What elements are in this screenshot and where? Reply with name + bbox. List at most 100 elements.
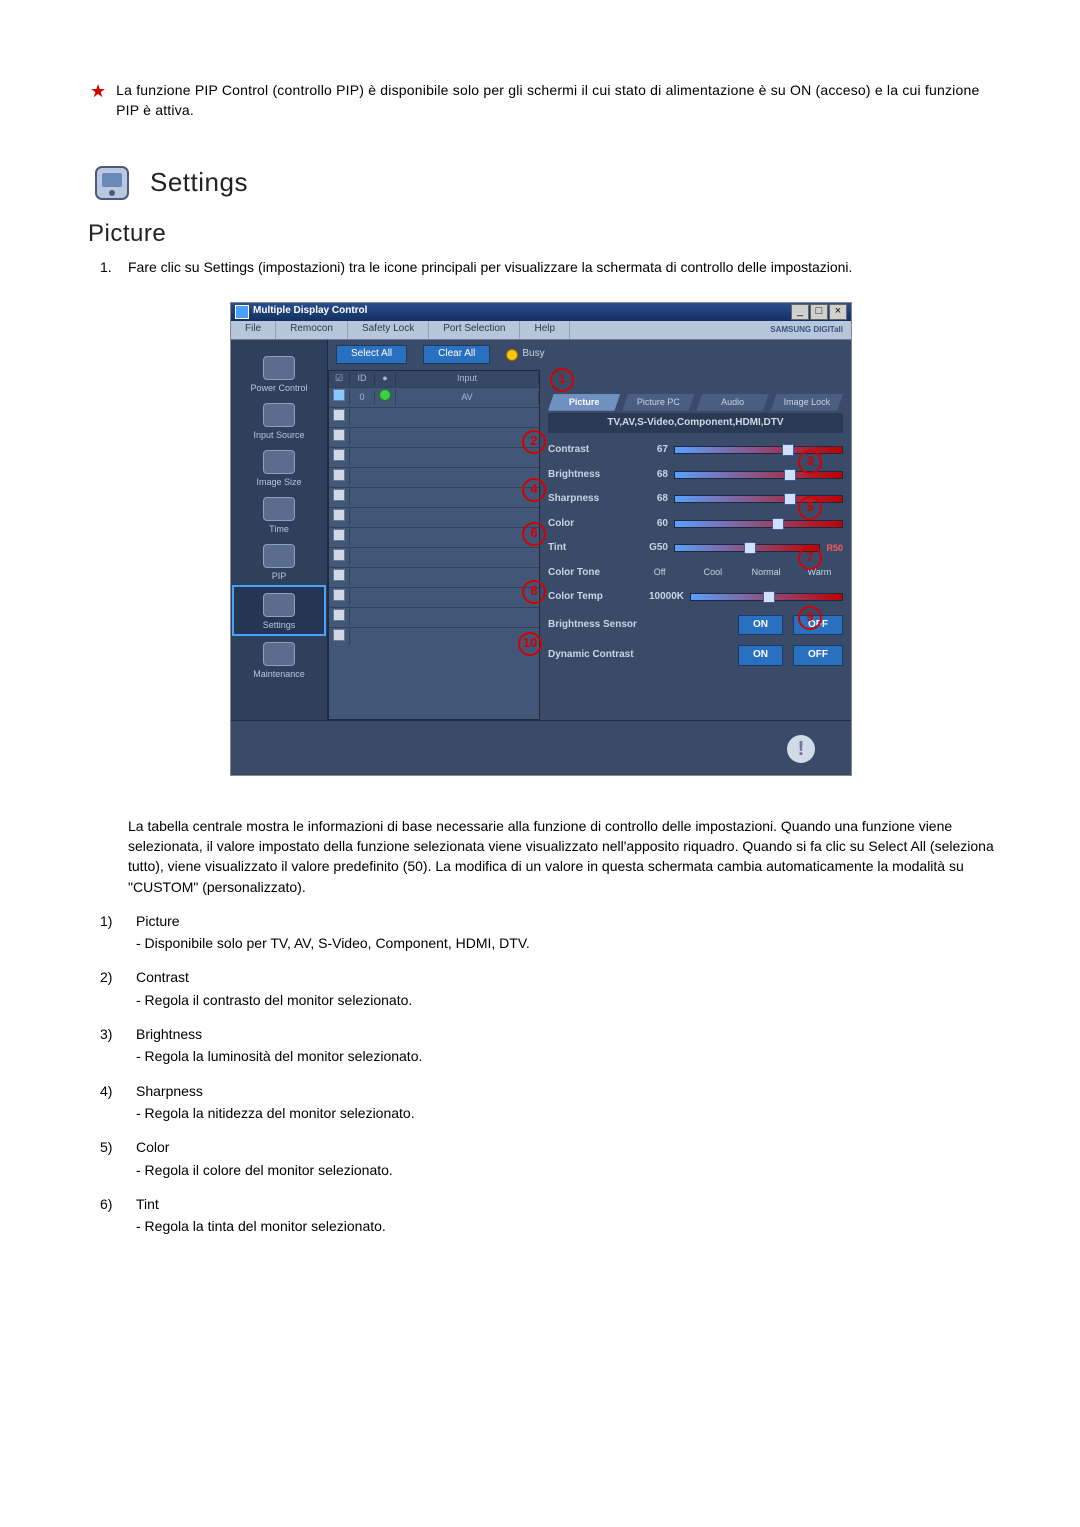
color-temp-slider[interactable]	[690, 593, 843, 601]
dynamic-contrast-on[interactable]: ON	[738, 645, 783, 666]
note-row: ★ La funzione PIP Control (controllo PIP…	[90, 80, 1000, 121]
menu-port-selection[interactable]: Port Selection	[429, 321, 520, 339]
list-row[interactable]	[329, 407, 539, 427]
row-check[interactable]	[329, 549, 350, 565]
tint-right-value: R50	[826, 542, 843, 555]
tint-label: Tint	[548, 541, 630, 556]
legend-sub: - Disponibile solo per TV, AV, S-Video, …	[136, 933, 1000, 953]
sidebar-item-label: PIP	[234, 570, 324, 583]
row-check[interactable]	[329, 409, 350, 425]
content-area: Power ControlInput SourceImage SizeTime P…	[231, 340, 851, 720]
close-button[interactable]: ×	[829, 304, 847, 320]
picture-panel: 1 2 3 4 5 6 7 8 9 10 Picture	[540, 370, 851, 720]
list-row[interactable]: 0AV	[329, 387, 539, 407]
titlebar: Multiple Display Control _ □ ×	[231, 303, 851, 321]
row-check[interactable]	[329, 389, 350, 405]
tone-normal[interactable]: Normal	[743, 566, 790, 579]
list-row[interactable]	[329, 487, 539, 507]
select-all-button[interactable]: Select All	[336, 345, 407, 364]
color-tone-row: Color Tone Off Cool Normal Warm	[548, 566, 843, 581]
maximize-button[interactable]: □	[810, 304, 828, 320]
sidebar-icon	[263, 450, 295, 474]
toolbar: Select All Clear All Busy	[328, 340, 851, 370]
picture-subheading: Picture	[88, 217, 1040, 252]
clear-all-button[interactable]: Clear All	[423, 345, 490, 364]
row-check[interactable]	[329, 509, 350, 525]
tone-warm[interactable]: Warm	[796, 566, 843, 579]
legend-item: 4)Sharpness	[100, 1081, 1000, 1101]
list-row[interactable]	[329, 567, 539, 587]
tab-picture-pc[interactable]: Picture PC	[622, 394, 694, 411]
app-icon	[235, 305, 249, 319]
intro-number: 1.	[100, 257, 118, 277]
tone-cool[interactable]: Cool	[689, 566, 736, 579]
legend-list: 1)Picture- Disponibile solo per TV, AV, …	[100, 911, 1000, 1237]
note-text: La funzione PIP Control (controllo PIP) …	[116, 80, 1000, 121]
dynamic-contrast-off[interactable]: OFF	[793, 645, 843, 666]
callout-4: 4	[522, 478, 546, 502]
sidebar-item-input-source[interactable]: Input Source	[234, 397, 324, 444]
row-check[interactable]	[329, 429, 350, 445]
list-row[interactable]	[329, 527, 539, 547]
legend-index: 2)	[100, 967, 122, 987]
list-row[interactable]	[329, 587, 539, 607]
row-check[interactable]	[329, 469, 350, 485]
list-row[interactable]	[329, 507, 539, 527]
tab-image-lock[interactable]: Image Lock	[771, 394, 843, 411]
row-check[interactable]	[329, 449, 350, 465]
row-check[interactable]	[329, 629, 350, 645]
display-list: ☑ ID ● Input 0AV	[328, 370, 540, 720]
list-row[interactable]	[329, 547, 539, 567]
tab-picture[interactable]: Picture	[548, 394, 620, 411]
callout-5: 5	[798, 496, 822, 520]
sidebar-item-time[interactable]: Time	[234, 491, 324, 538]
callout-9: 9	[798, 606, 822, 630]
legend-item: 6) Tint	[100, 1194, 1000, 1214]
tint-value: G50	[636, 541, 668, 556]
brightness-slider[interactable]	[674, 471, 843, 479]
callout-10: 10	[518, 632, 542, 656]
legend-index: 6)	[100, 1194, 122, 1214]
color-slider[interactable]	[674, 520, 843, 528]
sidebar-item-settings[interactable]: Settings	[232, 585, 326, 636]
sidebar-item-label: Maintenance	[234, 668, 324, 681]
row-check[interactable]	[329, 569, 350, 585]
menu-file[interactable]: File	[231, 321, 276, 339]
row-check[interactable]	[329, 589, 350, 605]
list-row[interactable]	[329, 427, 539, 447]
brightness-value: 68	[636, 468, 668, 483]
window-title: Multiple Display Control	[253, 304, 787, 319]
legend-title: Tint	[136, 1194, 159, 1214]
busy-indicator: Busy	[506, 347, 544, 362]
list-row[interactable]	[329, 467, 539, 487]
row-check[interactable]	[329, 609, 350, 625]
list-row[interactable]	[329, 627, 539, 647]
tab-audio[interactable]: Audio	[697, 394, 769, 411]
legend-item: 1)Picture	[100, 911, 1000, 931]
legend-index: 4)	[100, 1081, 122, 1101]
main-area: Select All Clear All Busy ☑ ID	[328, 340, 851, 720]
sidebar-item-pip[interactable]: PIP	[234, 538, 324, 585]
menu-remocon[interactable]: Remocon	[276, 321, 348, 339]
menu-safety-lock[interactable]: Safety Lock	[348, 321, 429, 339]
list-col-status: ●	[375, 372, 396, 385]
list-row[interactable]	[329, 607, 539, 627]
menu-help[interactable]: Help	[520, 321, 570, 339]
sidebar-item-power-control[interactable]: Power Control	[234, 350, 324, 397]
list-col-check: ☑	[329, 372, 350, 385]
sidebar-item-image-size[interactable]: Image Size	[234, 444, 324, 491]
row-check[interactable]	[329, 529, 350, 545]
legend-title: Brightness	[136, 1024, 202, 1044]
row-input: AV	[396, 391, 539, 404]
list-row[interactable]	[329, 447, 539, 467]
sidebar-item-maintenance[interactable]: Maintenance	[234, 636, 324, 683]
row-check[interactable]	[329, 489, 350, 505]
dynamic-contrast-label: Dynamic Contrast	[548, 648, 728, 663]
tone-off[interactable]: Off	[636, 566, 683, 579]
legend-item: 2)Contrast	[100, 967, 1000, 987]
status-bar: !	[231, 720, 851, 775]
minimize-button[interactable]: _	[791, 304, 809, 320]
warn-icon: !	[787, 735, 815, 763]
callout-7: 7	[798, 546, 822, 570]
brightness-sensor-on[interactable]: ON	[738, 615, 783, 636]
